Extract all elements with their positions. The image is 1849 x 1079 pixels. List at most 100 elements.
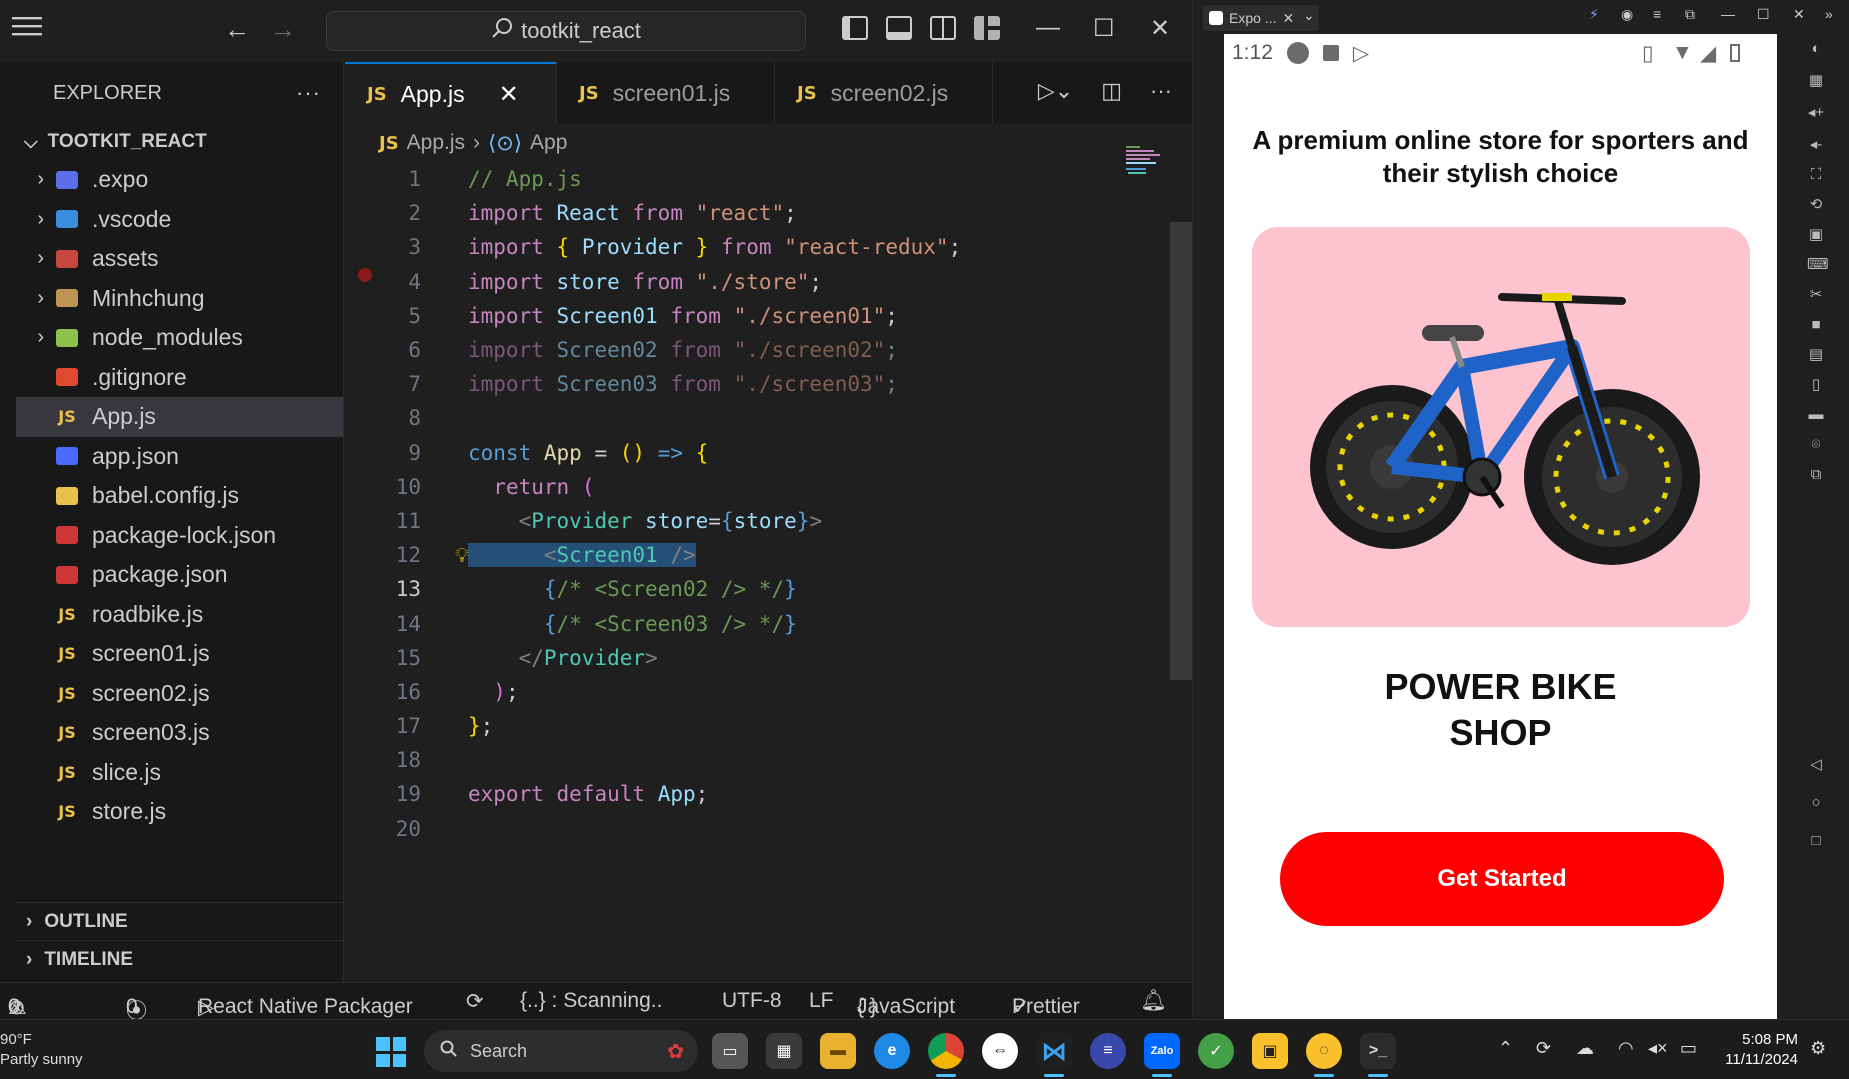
more-actions-icon[interactable]: ··· bbox=[1150, 78, 1172, 104]
more-actions-icon[interactable]: ··· bbox=[296, 80, 321, 106]
tree-item[interactable]: › Minhchung bbox=[16, 279, 343, 319]
encoding-indicator[interactable]: UTF-8 bbox=[722, 989, 782, 1013]
code-editor[interactable]: 1 // App.js 2 import React from "react"; 3 im… bbox=[345, 162, 1192, 846]
close-tab-icon[interactable]: ✕ bbox=[499, 80, 519, 109]
wifi-icon[interactable]: ◠ bbox=[1618, 1038, 1634, 1059]
layers-icon[interactable]: ⧉ bbox=[1807, 467, 1825, 482]
zalo-icon[interactable]: Zalo bbox=[1144, 1033, 1180, 1077]
menu-icon[interactable] bbox=[12, 14, 42, 45]
postman-icon[interactable]: ◌ bbox=[1306, 1033, 1342, 1077]
edge-icon[interactable]: e bbox=[874, 1033, 910, 1069]
tree-item[interactable]: › node_modules bbox=[16, 318, 343, 358]
tree-item[interactable]: JS App.js bbox=[16, 397, 343, 437]
greenshot-icon[interactable]: ✓ bbox=[1198, 1033, 1234, 1069]
customize-layout-icon[interactable] bbox=[974, 16, 1000, 40]
folder-icon[interactable]: ▬ bbox=[1807, 407, 1825, 422]
location-icon[interactable]: ⌾ bbox=[1807, 437, 1825, 452]
tree-item[interactable]: .gitignore bbox=[16, 358, 343, 398]
eclipse-icon[interactable]: ≡ bbox=[1090, 1033, 1126, 1069]
toggle-panel-icon[interactable] bbox=[886, 16, 912, 40]
menu-icon[interactable]: ≡ bbox=[1653, 6, 1661, 22]
scissors-icon[interactable]: ✂︎ bbox=[1807, 287, 1825, 302]
outline-section[interactable]: › OUTLINE bbox=[16, 902, 344, 940]
tab-app-js[interactable]: JS App.js ✕ bbox=[345, 62, 557, 124]
eol-indicator[interactable]: LF bbox=[809, 989, 834, 1013]
breakpoint-icon[interactable] bbox=[358, 268, 372, 282]
sync-tray-icon[interactable]: ⟳ bbox=[1536, 1038, 1551, 1059]
double-chevron-icon[interactable]: » bbox=[1825, 6, 1833, 22]
minimize-icon[interactable]: — bbox=[1036, 14, 1060, 42]
nav-back-icon[interactable]: ◁ bbox=[1807, 757, 1825, 772]
tree-item[interactable]: package.json bbox=[16, 555, 343, 595]
tree-item[interactable]: › .vscode bbox=[16, 200, 343, 240]
tab-screen02-js[interactable]: JS screen02.js bbox=[775, 62, 993, 124]
terminal-icon[interactable]: >_ bbox=[1360, 1033, 1396, 1077]
media-icon[interactable]: ▤ bbox=[1807, 347, 1825, 362]
toggle-primary-sidebar-icon[interactable] bbox=[842, 16, 868, 40]
nav-home-icon[interactable]: ○ bbox=[1807, 795, 1825, 810]
file-explorer-icon[interactable]: ▬ bbox=[820, 1033, 856, 1069]
minimap[interactable] bbox=[1126, 144, 1166, 180]
nav-recents-icon[interactable]: □ bbox=[1807, 833, 1825, 848]
tree-item[interactable]: app.json bbox=[16, 437, 343, 477]
tree-item[interactable]: JS screen02.js bbox=[16, 674, 343, 714]
back-icon[interactable]: ← bbox=[224, 14, 250, 45]
chevron-down-icon[interactable]: ⌄ bbox=[1303, 7, 1315, 24]
tree-item[interactable]: JS slice.js bbox=[16, 753, 343, 793]
windows-start-icon[interactable] bbox=[376, 1037, 406, 1067]
notifications-bell-icon[interactable]: 🔔︎ bbox=[1140, 989, 1167, 1013]
controller-icon[interactable]: ⌨︎ bbox=[1807, 257, 1829, 272]
chevron-up-icon[interactable]: ⌃ bbox=[1498, 1038, 1513, 1059]
maximize-icon[interactable]: ☐ bbox=[1757, 6, 1770, 23]
emulator-tab[interactable]: Expo ... ✕ bbox=[1203, 5, 1319, 31]
close-icon[interactable]: ✕ bbox=[1793, 6, 1805, 23]
breadcrumb-file[interactable]: App.js bbox=[407, 131, 465, 155]
keyboard-icon[interactable]: ▦ bbox=[1807, 73, 1825, 88]
tree-item[interactable]: babel.config.js bbox=[16, 476, 343, 516]
tab-screen01-js[interactable]: JS screen01.js bbox=[557, 62, 775, 124]
task-view-icon[interactable]: ▭ bbox=[712, 1033, 748, 1069]
notifications-icon[interactable]: ⚙︎ bbox=[1810, 1038, 1826, 1059]
battery-icon[interactable]: ▭ bbox=[1680, 1038, 1697, 1059]
lightbulb-icon[interactable]: 💡︎ bbox=[455, 543, 469, 567]
weather-widget[interactable]: 90°F Partly sunny bbox=[0, 1030, 83, 1070]
toggle-secondary-sidebar-icon[interactable] bbox=[930, 16, 956, 40]
minimize-icon[interactable]: — bbox=[1721, 6, 1735, 22]
chrome-icon[interactable] bbox=[928, 1033, 964, 1077]
run-debug-icon[interactable]: ▷⌄ bbox=[1038, 78, 1073, 104]
timeline-section[interactable]: › TIMELINE bbox=[16, 940, 344, 978]
command-center[interactable]: tootkit_react bbox=[326, 11, 806, 51]
scanning-status[interactable]: {..} : Scanning.. bbox=[520, 989, 662, 1013]
maximize-icon[interactable]: ☐ bbox=[1093, 14, 1115, 43]
get-started-button[interactable]: Get Started bbox=[1280, 832, 1724, 926]
sync-icon[interactable]: ⟳ bbox=[466, 989, 484, 1014]
taskbar-search[interactable]: Search ✿ bbox=[424, 1030, 698, 1072]
split-editor-icon[interactable]: ◫ bbox=[1101, 78, 1122, 104]
breadcrumb-symbol[interactable]: App bbox=[530, 131, 567, 155]
rotate-icon[interactable]: ⟲ bbox=[1807, 197, 1825, 212]
vscode-icon[interactable]: ⋈ bbox=[1036, 1033, 1072, 1077]
settings-icon[interactable]: ◐ bbox=[1807, 41, 1825, 56]
camera-icon[interactable]: ▣ bbox=[1807, 227, 1825, 242]
tree-item[interactable]: › .expo bbox=[16, 160, 343, 200]
tree-item[interactable]: JS store.js bbox=[16, 792, 343, 832]
volume-up-icon[interactable]: ◂+ bbox=[1807, 105, 1825, 120]
volume-mute-icon[interactable]: ◂× bbox=[1648, 1038, 1668, 1059]
emulator-app-icon[interactable]: ▣ bbox=[1252, 1033, 1288, 1069]
forward-icon[interactable]: → bbox=[270, 14, 296, 45]
clock[interactable]: 5:08 PM 11/11/2024 bbox=[1712, 1030, 1798, 1070]
teamviewer-icon[interactable]: ⇔ bbox=[982, 1033, 1018, 1069]
screenshot-icon[interactable]: ⛶ bbox=[1807, 167, 1825, 182]
tree-item[interactable]: JS screen03.js bbox=[16, 713, 343, 753]
volume-down-icon[interactable]: ◂- bbox=[1807, 137, 1825, 152]
widgets-icon[interactable]: ▦ bbox=[766, 1033, 802, 1069]
device-icon[interactable]: ▯ bbox=[1807, 377, 1825, 392]
popout-icon[interactable]: ⧉ bbox=[1685, 6, 1695, 23]
tree-item[interactable]: › assets bbox=[16, 239, 343, 279]
tree-item[interactable]: package-lock.json bbox=[16, 516, 343, 556]
record-icon[interactable]: ■ bbox=[1807, 317, 1825, 332]
project-root[interactable]: ⌵ TOOTKIT_REACT bbox=[16, 124, 343, 160]
cloud-icon[interactable]: ☁︎ bbox=[1576, 1038, 1594, 1059]
close-tab-icon[interactable]: ✕ bbox=[1282, 10, 1294, 27]
close-icon[interactable]: ✕ bbox=[1150, 14, 1170, 43]
